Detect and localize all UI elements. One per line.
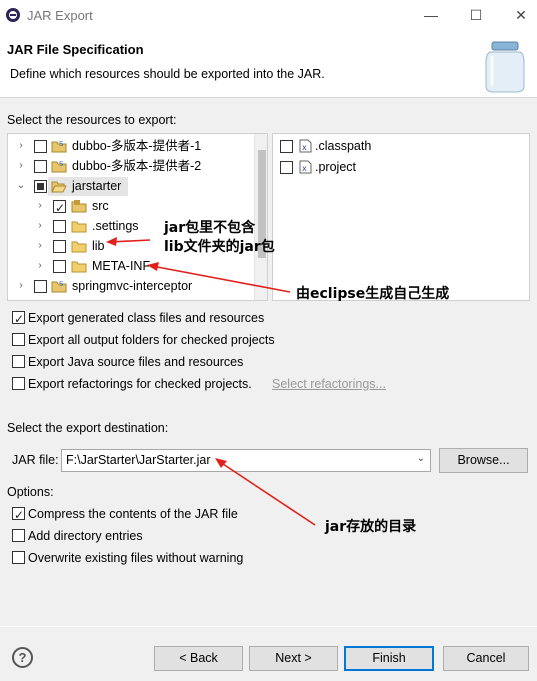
tree-checkbox[interactable] <box>34 280 47 293</box>
tree-label: META-INF <box>92 259 151 273</box>
tree-row-dubbo-1[interactable]: › S dubbo-多版本-提供者-1 <box>8 136 253 156</box>
tree-checkbox[interactable] <box>34 140 47 153</box>
folder-icon <box>71 261 87 273</box>
svg-text:S: S <box>59 160 64 168</box>
tree-label: .settings <box>92 219 139 233</box>
browse-button[interactable]: Browse... <box>439 448 528 473</box>
close-button[interactable]: ✕ <box>510 6 532 26</box>
checkbox[interactable] <box>12 529 25 542</box>
tree-label: lib <box>92 239 105 253</box>
file-row-project[interactable]: x .project <box>273 157 523 177</box>
tree-row-meta-inf[interactable]: › META-INF <box>8 256 253 276</box>
options-label: Options: <box>7 485 54 499</box>
x-file-icon: x <box>299 139 312 153</box>
jar-file-combo[interactable]: F:\JarStarter\JarStarter.jar ⌄ <box>61 449 431 472</box>
checkbox[interactable] <box>12 309 25 329</box>
file-checkbox[interactable] <box>280 140 293 153</box>
maximize-button[interactable]: ☐ <box>465 6 487 26</box>
tree-checkbox[interactable] <box>53 260 66 273</box>
expand-chevron-icon[interactable]: › <box>35 216 45 236</box>
page-description: Define which resources should be exporte… <box>10 67 325 81</box>
button-bar-separator <box>0 626 537 627</box>
source-folder-icon <box>71 200 87 213</box>
option-label: Export Java source files and resources <box>28 355 244 369</box>
jar-file-label: JAR file: <box>12 453 59 467</box>
option-label: Overwrite existing files without warning <box>28 551 244 565</box>
tree-scrollbar[interactable] <box>254 134 267 300</box>
option-label: Export refactorings for checked projects… <box>28 377 252 391</box>
x-file-icon: x <box>299 160 312 174</box>
checkbox[interactable] <box>12 505 25 525</box>
project-icon: S <box>51 140 67 153</box>
tree-checkbox[interactable] <box>53 240 66 253</box>
window-title: JAR Export <box>27 8 93 23</box>
option-label: Export generated class files and resourc… <box>28 311 265 325</box>
destination-label: Select the export destination: <box>7 421 169 435</box>
minimize-button[interactable]: — <box>420 6 442 26</box>
project-icon: S <box>51 160 67 173</box>
svg-text:x: x <box>302 164 307 173</box>
jar-file-value[interactable]: F:\JarStarter\JarStarter.jar <box>66 453 210 467</box>
tree-checkbox[interactable] <box>34 180 47 193</box>
checkbox[interactable] <box>12 333 25 346</box>
project-icon: S <box>51 280 67 293</box>
file-label: .classpath <box>315 139 372 153</box>
meta-inf-annotation: 由eclipse生成自己生成 <box>296 286 450 302</box>
select-refactorings-link[interactable]: Select refactorings... <box>272 377 386 391</box>
expand-chevron-icon[interactable]: › <box>16 276 26 296</box>
cancel-button[interactable]: Cancel <box>443 646 529 671</box>
checkbox[interactable] <box>12 377 25 390</box>
folder-icon <box>71 241 87 253</box>
tree-label: dubbo-多版本-提供者-2 <box>72 159 202 173</box>
finish-button[interactable]: Finish <box>344 646 434 671</box>
expand-chevron-icon[interactable]: › <box>16 136 26 156</box>
expand-chevron-icon[interactable]: › <box>35 256 45 276</box>
file-list[interactable]: x .classpath x .project <box>272 133 530 301</box>
page-title: JAR File Specification <box>7 42 144 57</box>
tree-label: jarstarter <box>72 179 122 193</box>
lib-annotation-line-1: jar包里不包含 <box>164 220 256 236</box>
file-label: .project <box>315 160 356 174</box>
file-row-classpath[interactable]: x .classpath <box>273 136 523 156</box>
expand-chevron-icon[interactable]: › <box>16 156 26 176</box>
tree-label: dubbo-多版本-提供者-1 <box>72 139 202 153</box>
next-button[interactable]: Next > <box>249 646 338 671</box>
checkbox[interactable] <box>12 551 25 564</box>
tree-row-src[interactable]: › src <box>8 196 253 218</box>
jar-path-annotation: jar存放的目录 <box>325 519 417 535</box>
tree-label: src <box>92 199 109 213</box>
svg-text:S: S <box>59 140 64 148</box>
file-checkbox[interactable] <box>280 161 293 174</box>
option-label: Compress the contents of the JAR file <box>28 507 238 521</box>
project-open-icon <box>51 181 67 193</box>
resources-label: Select the resources to export: <box>7 113 177 127</box>
collapse-chevron-icon[interactable]: ⌄ <box>16 176 26 196</box>
expand-chevron-icon[interactable]: › <box>35 236 45 256</box>
title-bar: JAR Export — ☐ ✕ <box>0 0 537 32</box>
dropdown-arrow-icon[interactable]: ⌄ <box>417 453 425 464</box>
tree-checkbox[interactable] <box>34 160 47 173</box>
tree-row-jarstarter[interactable]: ⌄ jarstarter <box>8 176 253 196</box>
back-button[interactable]: < Back <box>154 646 243 671</box>
expand-chevron-icon[interactable]: › <box>35 196 45 216</box>
checkbox[interactable] <box>12 355 25 368</box>
svg-text:x: x <box>302 143 307 152</box>
folder-icon <box>71 221 87 233</box>
help-icon[interactable]: ? <box>12 647 33 668</box>
jar-icon <box>485 41 525 93</box>
tree-checkbox[interactable] <box>53 220 66 233</box>
tree-checkbox[interactable] <box>53 198 66 218</box>
lib-annotation-line-2: lib文件夹的jar包 <box>164 239 275 255</box>
option-label: Add directory entries <box>28 529 143 543</box>
tree-row-dubbo-2[interactable]: › S dubbo-多版本-提供者-2 <box>8 156 253 176</box>
wizard-header: JAR File Specification Define which reso… <box>0 32 537 98</box>
svg-text:S: S <box>59 280 64 288</box>
tree-label: springmvc-interceptor <box>72 279 193 293</box>
tree-row-springmvc[interactable]: › S springmvc-interceptor <box>8 276 253 296</box>
option-label: Export all output folders for checked pr… <box>28 333 275 347</box>
eclipse-icon <box>6 8 20 22</box>
